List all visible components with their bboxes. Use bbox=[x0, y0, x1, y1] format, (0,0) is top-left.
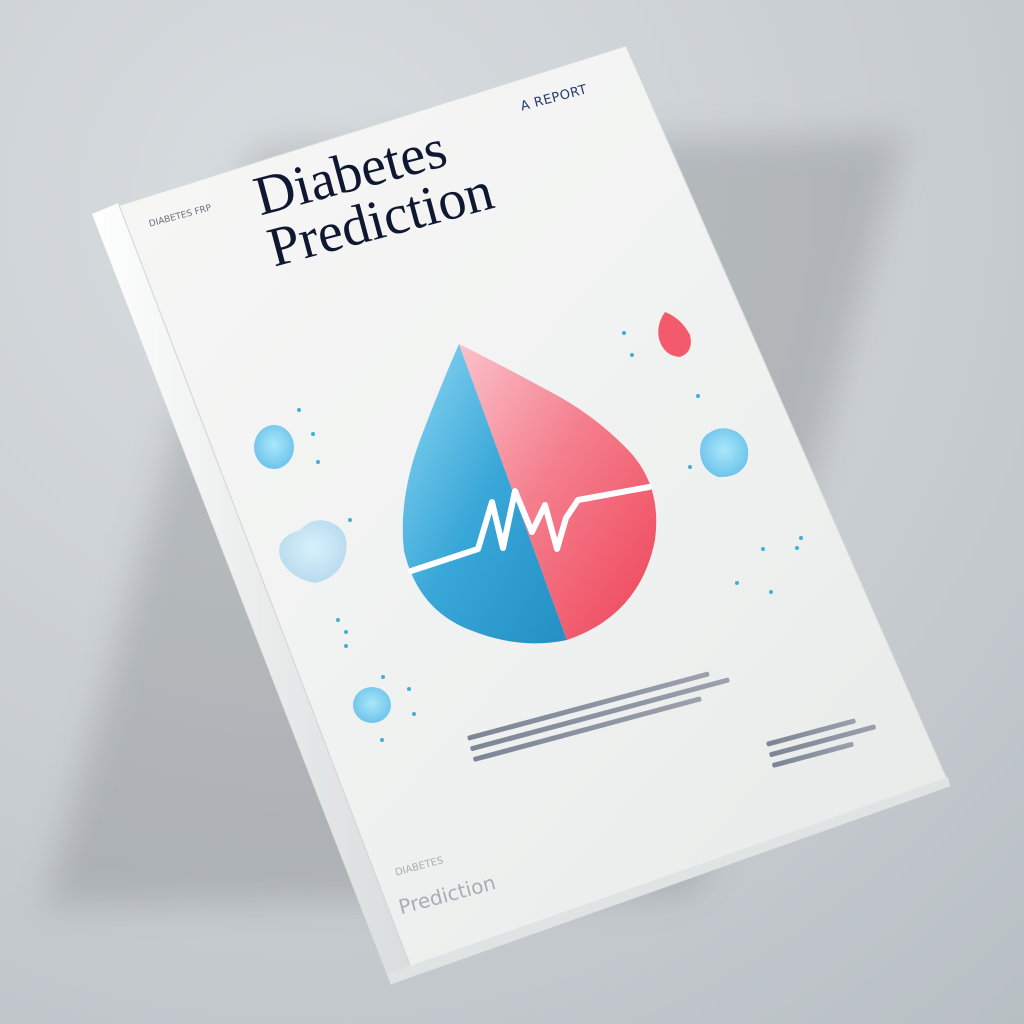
book-illustration bbox=[91, 45, 951, 985]
book-scene: A REPORT DIABETES FRP Diabetes Predictio… bbox=[0, 0, 1024, 1024]
report-book: A REPORT DIABETES FRP Diabetes Predictio… bbox=[0, 0, 1024, 1024]
